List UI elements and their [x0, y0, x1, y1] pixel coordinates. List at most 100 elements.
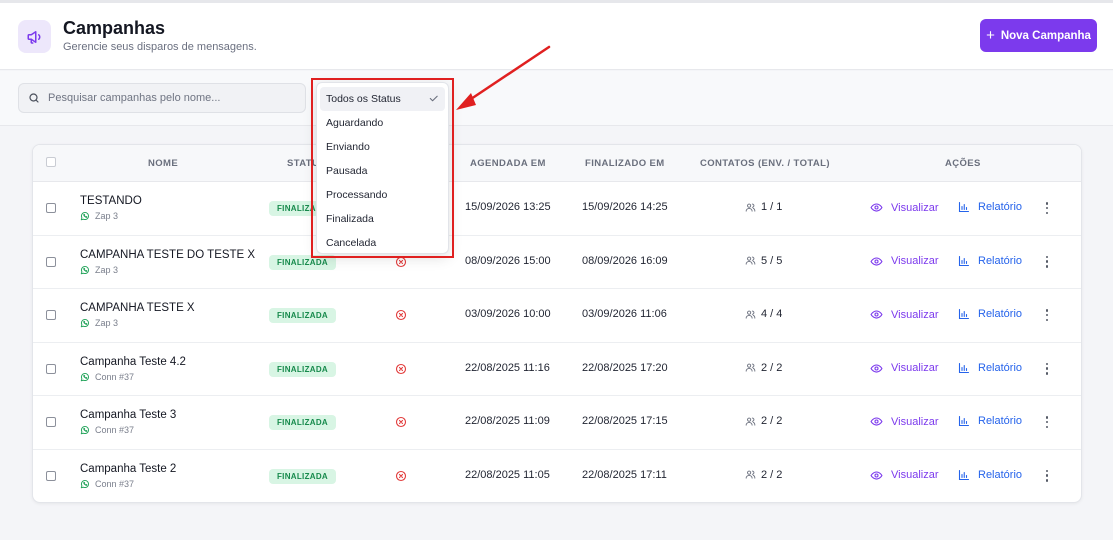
- view-label: Visualizar: [891, 201, 939, 214]
- view-button[interactable]: Visualizar: [870, 255, 939, 268]
- header-finished: FINALIZADO EM: [585, 158, 665, 169]
- new-campaign-button[interactable]: + Nova Campanha: [980, 19, 1097, 52]
- finished-date: 22/08/2025 17:20: [582, 361, 668, 374]
- eye-icon: [870, 203, 883, 212]
- header-actions: AÇÕES: [945, 158, 981, 169]
- connection-label: Conn #37: [95, 478, 135, 489]
- connection-label: Conn #37: [95, 371, 135, 382]
- table-row: Campanha Teste 2 Conn #37 FINALIZADA 22/…: [33, 450, 1081, 503]
- row-checkbox[interactable]: [46, 363, 56, 374]
- page-subtitle: Gerencie seus disparos de mensagens.: [63, 41, 257, 53]
- header-name: NOME: [148, 158, 179, 169]
- bar-chart-icon: [958, 362, 970, 373]
- connection-label: Zap 3: [95, 318, 119, 328]
- table-row: CAMPANHA TESTE DO TESTE X Zap 3 FINALIZA…: [33, 236, 1081, 289]
- header-contacts: CONTATOS (ENV. / TOTAL): [700, 158, 830, 169]
- table-row: Campanha Teste 3 Conn #37 FINALIZADA 22/…: [33, 396, 1081, 450]
- scheduled-date: 08/09/2026 15:00: [465, 254, 551, 267]
- report-button[interactable]: Relatório: [958, 469, 1022, 481]
- finished-date: 22/08/2025 17:15: [582, 415, 668, 427]
- view-label: Visualizar: [891, 415, 939, 428]
- scheduled-date: 22/08/2025 11:05: [465, 468, 550, 481]
- megaphone-icon: [18, 20, 51, 53]
- finished-date: 08/09/2026 16:09: [582, 254, 668, 267]
- view-label: Visualizar: [891, 469, 939, 481]
- row-checkbox[interactable]: [46, 417, 56, 427]
- x-circle-icon: [395, 470, 407, 481]
- contacts-value: 2 / 2: [761, 415, 783, 427]
- report-label: Relatório: [978, 308, 1023, 320]
- campaign-name: CAMPANHA TESTE DO TESTE X: [80, 248, 256, 261]
- table-header: NOME STATUS AGENDADA EM FINALIZADO EM CO…: [33, 145, 1081, 182]
- table-row: TESTANDO Zap 3 FINALIZADA 15/09/2026 13:…: [33, 182, 1081, 236]
- campaign-connection: Zap 3: [80, 318, 118, 328]
- table-row: Campanha Teste 4.2 Conn #37 FINALIZADA 2…: [33, 343, 1081, 396]
- more-vertical-icon[interactable]: [1044, 469, 1050, 483]
- row-checkbox[interactable]: [46, 203, 56, 213]
- row-checkbox[interactable]: [46, 256, 56, 267]
- search-icon: [29, 93, 39, 103]
- campaigns-table: NOME STATUS AGENDADA EM FINALIZADO EM CO…: [32, 144, 1082, 503]
- x-circle-icon: [395, 416, 407, 428]
- campaign-name: Campanha Teste 3: [80, 409, 177, 421]
- campaign-name: Campanha Teste 2: [80, 462, 177, 475]
- whatsapp-icon: [80, 479, 89, 488]
- x-circle-icon: [395, 309, 407, 321]
- status-badge: FINALIZADA: [269, 361, 336, 377]
- view-button[interactable]: Visualizar: [870, 469, 939, 482]
- more-vertical-icon[interactable]: [1044, 255, 1050, 269]
- plus-icon: +: [986, 27, 995, 44]
- users-icon: [745, 310, 756, 319]
- report-button[interactable]: Relatório: [958, 201, 1022, 213]
- contacts-value: 4 / 4: [761, 308, 783, 320]
- connection-label: Conn #37: [95, 425, 135, 435]
- report-label: Relatório: [978, 254, 1023, 267]
- finished-date: 03/09/2026 11:06: [582, 308, 667, 320]
- more-vertical-icon[interactable]: [1044, 201, 1050, 215]
- report-button[interactable]: Relatório: [958, 255, 1022, 267]
- status-badge: FINALIZADA: [269, 308, 336, 323]
- more-vertical-icon[interactable]: [1044, 415, 1050, 429]
- users-icon: [745, 203, 756, 212]
- contacts-value: 1 / 1: [761, 201, 783, 213]
- page-header: Campanhas Gerencie seus disparos de mens…: [0, 3, 1113, 70]
- row-checkbox[interactable]: [46, 310, 56, 320]
- view-label: Visualizar: [891, 362, 939, 374]
- contacts-count: 5 / 5: [745, 255, 782, 267]
- report-button[interactable]: Relatório: [958, 308, 1022, 320]
- whatsapp-icon: [80, 212, 89, 221]
- view-button[interactable]: Visualizar: [870, 415, 939, 428]
- scheduled-date: 22/08/2025 11:09: [465, 415, 550, 427]
- status-badge: FINALIZADA: [269, 468, 336, 484]
- bar-chart-icon: [958, 415, 970, 427]
- header-scheduled: AGENDADA EM: [470, 158, 546, 169]
- table-row: CAMPANHA TESTE X Zap 3 FINALIZADA 03/09/…: [33, 289, 1081, 343]
- contacts-value: 2 / 2: [761, 468, 783, 481]
- bar-chart-icon: [958, 201, 970, 213]
- view-label: Visualizar: [891, 255, 939, 267]
- eye-icon: [870, 417, 883, 426]
- view-button[interactable]: Visualizar: [870, 201, 939, 214]
- whatsapp-icon: [80, 372, 89, 381]
- contacts-count: 2 / 2: [745, 415, 782, 427]
- contacts-value: 2 / 2: [761, 361, 783, 374]
- search-input[interactable]: [48, 92, 288, 104]
- campaign-connection: Conn #37: [80, 425, 134, 435]
- more-vertical-icon[interactable]: [1044, 308, 1050, 322]
- view-button[interactable]: Visualizar: [870, 308, 939, 321]
- report-button[interactable]: Relatório: [958, 362, 1022, 374]
- contacts-count: 1 / 1: [745, 201, 782, 213]
- select-all-checkbox[interactable]: [46, 157, 56, 167]
- view-button[interactable]: Visualizar: [870, 362, 939, 375]
- more-vertical-icon[interactable]: [1044, 362, 1050, 376]
- whatsapp-icon: [80, 265, 89, 274]
- row-checkbox[interactable]: [46, 470, 56, 481]
- bar-chart-icon: [958, 469, 970, 480]
- scheduled-date: 15/09/2026 13:25: [465, 201, 551, 213]
- whatsapp-icon: [80, 319, 89, 328]
- search-box[interactable]: [18, 83, 306, 113]
- campaign-connection: Conn #37: [80, 479, 134, 489]
- bar-chart-icon: [958, 308, 970, 320]
- campaign-connection: Zap 3: [80, 211, 118, 221]
- report-button[interactable]: Relatório: [958, 415, 1022, 427]
